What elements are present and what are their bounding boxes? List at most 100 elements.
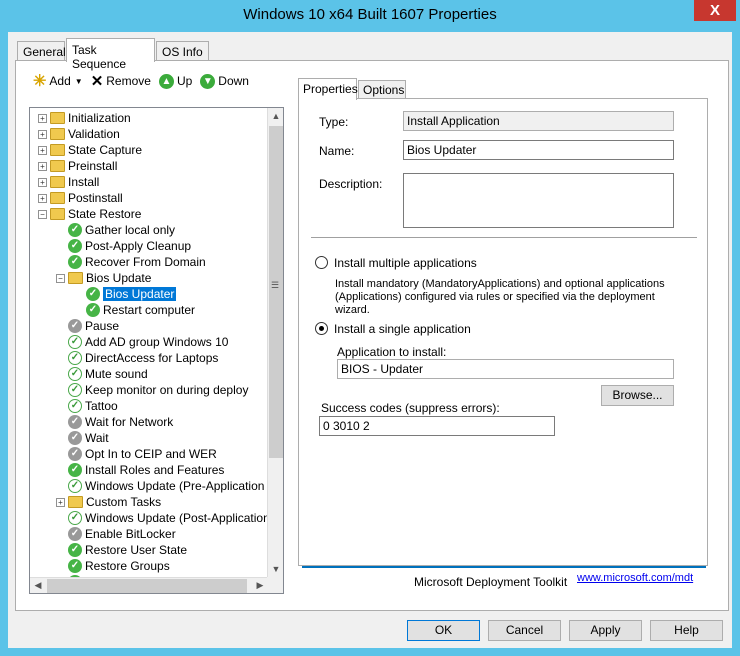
collapse-icon[interactable]: −	[38, 209, 47, 219]
check-outline-icon: ✓	[68, 511, 82, 525]
footer-brand: Microsoft Deployment Toolkit	[414, 575, 568, 589]
tree-item-label: Initialization	[68, 111, 131, 125]
footer-link[interactable]: www.microsoft.com/mdt	[577, 572, 693, 584]
tree-item-label: Gather local only	[85, 223, 176, 237]
tree-item-label: Wait	[85, 431, 109, 445]
tree-item-label: Restore Groups	[85, 559, 170, 573]
tree-item[interactable]: + Validation	[38, 126, 120, 142]
disabled-step-icon: ✓	[68, 319, 82, 333]
tab-os-info[interactable]: OS Info	[156, 41, 209, 61]
cancel-button[interactable]: Cancel	[488, 620, 561, 641]
tree-item[interactable]: ✓ Install Roles and Features	[56, 462, 224, 478]
close-button[interactable]: X	[694, 0, 736, 21]
scroll-right-icon[interactable]: ▶	[252, 578, 268, 593]
check-icon: ✓	[68, 223, 82, 237]
check-icon: ✓	[86, 287, 100, 301]
check-outline-icon: ✓	[68, 335, 82, 349]
sparkle-icon: ✳	[33, 73, 47, 90]
horizontal-scroll-thumb[interactable]	[47, 579, 247, 593]
tab-options[interactable]: Options	[358, 80, 406, 98]
tree-item[interactable]: ✓ Add AD group Windows 10	[56, 334, 228, 350]
remove-label: Remove	[106, 74, 151, 88]
tree-content: + Initialization + Validation + State Capture…	[30, 108, 268, 578]
tree-item-label: Add AD group Windows 10	[85, 335, 229, 349]
title-bar[interactable]: Windows 10 x64 Built 1607 Properties X	[0, 0, 740, 32]
tree-item[interactable]: ✓ Opt In to CEIP and WER	[56, 446, 217, 462]
install-multiple-desc-1: Install mandatory (MandatoryApplications…	[335, 278, 665, 290]
tree-item[interactable]: ✓ Mute sound	[56, 366, 148, 382]
tree-item-label: Tattoo	[85, 399, 118, 413]
tree-item[interactable]: + Preinstall	[38, 158, 117, 174]
tree-item-label: Install	[68, 175, 100, 189]
expand-icon[interactable]: +	[38, 129, 47, 139]
tree-item[interactable]: + Install	[38, 174, 99, 190]
tree-item[interactable]: ✓ Keep monitor on during deploy	[56, 382, 248, 398]
collapse-icon[interactable]: −	[56, 273, 65, 283]
name-field[interactable]: Bios Updater	[403, 140, 674, 160]
expand-icon[interactable]: +	[38, 177, 47, 187]
description-field[interactable]	[403, 173, 674, 228]
tree-item[interactable]: − Bios Update	[56, 270, 151, 286]
tree-item[interactable]: ✓ Wait	[56, 430, 109, 446]
tree-item[interactable]: ✓ Bios Updater	[74, 286, 177, 302]
tree-item[interactable]: ✓ Gather local only	[56, 222, 175, 238]
install-multiple-label[interactable]: Install multiple applications	[334, 256, 477, 270]
scroll-down-icon[interactable]: ▼	[268, 561, 283, 578]
horizontal-scrollbar[interactable]: ◀ ▶	[30, 577, 268, 593]
tree-item[interactable]: ✓ Recover From Domain	[56, 254, 206, 270]
task-sequence-tree[interactable]: + Initialization + Validation + State Capture…	[29, 107, 284, 594]
tree-item[interactable]: ✓ Tattoo	[56, 398, 118, 414]
tree-item[interactable]: ✓ Post-Apply Cleanup	[56, 238, 191, 254]
tree-item-label: Post-Apply Cleanup	[85, 239, 192, 253]
disabled-step-icon: ✓	[68, 447, 82, 461]
tree-item-label: Custom Tasks	[86, 495, 162, 509]
expand-icon[interactable]: +	[38, 193, 47, 203]
tree-item[interactable]: ✓ Restore User State	[56, 542, 187, 558]
tree-item[interactable]: ✓ Windows Update (Pre-Application Inst	[56, 478, 268, 494]
install-multiple-radio[interactable]	[315, 256, 328, 269]
up-label: Up	[176, 74, 193, 88]
remove-button[interactable]: ✕ Remove	[91, 72, 151, 90]
tab-task-sequence[interactable]: Task Sequence	[66, 38, 155, 71]
expand-icon[interactable]: +	[38, 145, 47, 155]
vertical-scroll-thumb[interactable]	[269, 126, 283, 458]
tree-item[interactable]: + State Capture	[38, 142, 142, 158]
tree-item[interactable]: ✓ DirectAccess for Laptops	[56, 350, 218, 366]
browse-button[interactable]: Browse...	[601, 385, 674, 406]
expand-icon[interactable]: +	[38, 161, 47, 171]
disabled-step-icon: ✓	[68, 415, 82, 429]
success-codes-field[interactable]: 0 3010 2	[319, 416, 555, 436]
add-button[interactable]: ✳ Add ▼	[33, 71, 83, 91]
expand-icon[interactable]: +	[38, 113, 47, 123]
scroll-up-icon[interactable]: ▲	[268, 108, 283, 125]
grip-icon: ☰	[271, 280, 280, 290]
tree-item[interactable]: ✓Windows Update (Post-Application Ins	[56, 510, 268, 526]
install-single-radio[interactable]	[315, 322, 328, 335]
tree-item[interactable]: ✓ Wait for Network	[56, 414, 173, 430]
folder-icon	[50, 112, 65, 124]
scroll-left-icon[interactable]: ◀	[30, 578, 46, 593]
add-label: Add	[49, 74, 71, 88]
tree-item[interactable]: ✓ Pause	[56, 318, 119, 334]
expand-icon[interactable]: +	[56, 497, 65, 507]
apply-button[interactable]: Apply	[569, 620, 642, 641]
up-button[interactable]: ▲ Up	[158, 73, 193, 89]
section-divider	[311, 237, 697, 238]
tree-item-label: Restart computer	[103, 303, 196, 317]
tree-item[interactable]: + Initialization	[38, 110, 131, 126]
tree-item[interactable]: − State Restore	[38, 206, 141, 222]
tab-properties[interactable]: Properties	[298, 78, 358, 100]
ok-button[interactable]: OK	[407, 620, 480, 641]
tree-item[interactable]: + Custom Tasks	[56, 494, 161, 510]
tab-general[interactable]: General	[17, 41, 66, 61]
tree-item[interactable]: + Postinstall	[38, 190, 123, 206]
down-button[interactable]: ▼ Down	[200, 73, 249, 89]
tree-item[interactable]: ✓ Restart computer	[74, 302, 195, 318]
sequence-toolbar: ✳ Add ▼ ✕ Remove ▲ Up ▼ Down	[33, 71, 257, 91]
tree-item[interactable]: ✓ Restore Groups	[56, 558, 170, 574]
install-single-label[interactable]: Install a single application	[334, 322, 471, 336]
tree-item-label: State Capture	[68, 143, 143, 157]
tree-item[interactable]: ✓ Enable BitLocker	[56, 526, 176, 542]
help-button[interactable]: Help	[650, 620, 723, 641]
vertical-scrollbar[interactable]: ▲ ☰ ▼	[267, 108, 283, 578]
